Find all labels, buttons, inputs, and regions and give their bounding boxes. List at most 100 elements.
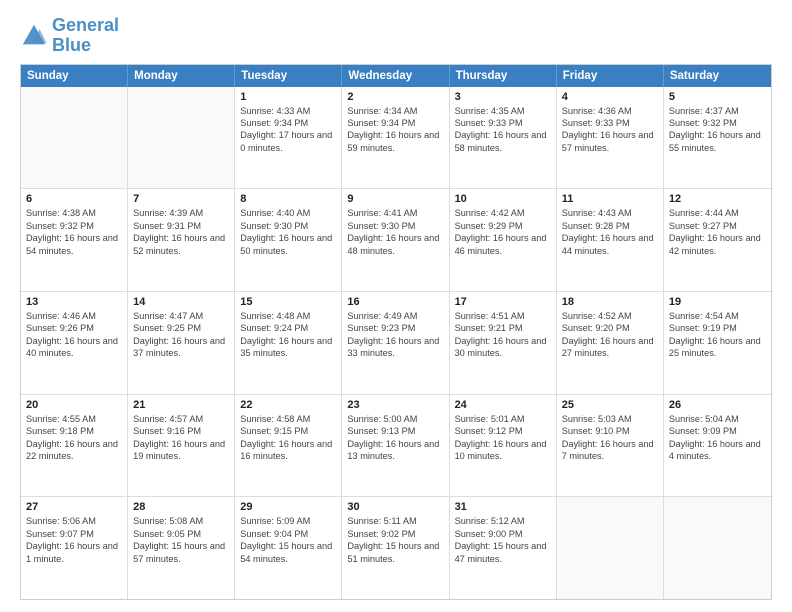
cell-info: Daylight: 16 hours and 52 minutes.	[133, 232, 229, 257]
cell-info: Daylight: 16 hours and 19 minutes.	[133, 438, 229, 463]
day-number: 3	[455, 91, 551, 103]
cell-info: Sunrise: 4:49 AM	[347, 310, 443, 322]
calendar-day-10: 10 Sunrise: 4:42 AMSunset: 9:29 PMDayligh…	[450, 189, 557, 291]
cell-info: Daylight: 15 hours and 54 minutes.	[240, 540, 336, 565]
calendar-day-12: 12Sunrise: 4:44 AMSunset: 9:27 PMDayligh…	[664, 189, 771, 291]
cell-info: Daylight: 15 hours and 47 minutes.	[455, 540, 551, 565]
cell-info: Daylight: 16 hours and 30 minutes.	[455, 335, 551, 360]
cell-info: Sunrise: 4:54 AM	[669, 310, 766, 322]
calendar-day-13: 13Sunrise: 4:46 AMSunset: 9:26 PMDayligh…	[21, 292, 128, 394]
calendar-day-7: 7 Sunrise: 4:39 AMSunset: 9:31 PMDaylight…	[128, 189, 235, 291]
cell-info: Sunset: 9:24 PM	[240, 322, 336, 334]
day-number: 8	[240, 193, 336, 205]
cell-info: Sunrise: 4:57 AM	[133, 413, 229, 425]
header-day-monday: Monday	[128, 65, 235, 87]
cell-info: Sunrise: 5:09 AM	[240, 515, 336, 527]
calendar-day-17: 17Sunrise: 4:51 AMSunset: 9:21 PMDayligh…	[450, 292, 557, 394]
calendar-day-1: 1Sunrise: 4:33 AMSunset: 9:34 PMDaylight…	[235, 87, 342, 189]
cell-info: Sunset: 9:33 PM	[562, 117, 658, 129]
calendar-day-9: 9 Sunrise: 4:41 AMSunset: 9:30 PMDaylight…	[342, 189, 449, 291]
cell-info: Sunrise: 4:33 AM	[240, 105, 336, 117]
cell-info: Sunrise: 4:37 AM	[669, 105, 766, 117]
cell-info: Sunrise: 5:12 AM	[455, 515, 551, 527]
day-number: 11	[562, 193, 658, 205]
cell-info: Sunrise: 4:34 AM	[347, 105, 443, 117]
calendar-day-4: 4Sunrise: 4:36 AMSunset: 9:33 PMDaylight…	[557, 87, 664, 189]
cell-info: Sunset: 9:31 PM	[133, 220, 229, 232]
cell-info: Daylight: 16 hours and 50 minutes.	[240, 232, 336, 257]
cell-info: Daylight: 16 hours and 22 minutes.	[26, 438, 122, 463]
calendar: SundayMondayTuesdayWednesdayThursdayFrid…	[20, 64, 772, 600]
cell-info: Sunrise: 4:38 AM	[26, 207, 122, 219]
cell-info: Sunset: 9:30 PM	[240, 220, 336, 232]
calendar-day-20: 20Sunrise: 4:55 AMSunset: 9:18 PMDayligh…	[21, 395, 128, 497]
header-day-tuesday: Tuesday	[235, 65, 342, 87]
cell-info: Sunset: 9:30 PM	[347, 220, 443, 232]
calendar-day-21: 21Sunrise: 4:57 AMSunset: 9:16 PMDayligh…	[128, 395, 235, 497]
calendar-day-18: 18Sunrise: 4:52 AMSunset: 9:20 PMDayligh…	[557, 292, 664, 394]
calendar-day-3: 3Sunrise: 4:35 AMSunset: 9:33 PMDaylight…	[450, 87, 557, 189]
day-number: 5	[669, 91, 766, 103]
cell-info: Sunset: 9:23 PM	[347, 322, 443, 334]
cell-info: Sunrise: 5:01 AM	[455, 413, 551, 425]
page: General Blue SundayMondayTuesdayWednesda…	[0, 0, 792, 612]
cell-info: Sunset: 9:16 PM	[133, 425, 229, 437]
calendar-day-empty	[664, 497, 771, 599]
cell-info: Sunrise: 4:39 AM	[133, 207, 229, 219]
cell-info: Sunset: 9:02 PM	[347, 528, 443, 540]
cell-info: Daylight: 16 hours and 27 minutes.	[562, 335, 658, 360]
cell-info: Sunset: 9:07 PM	[26, 528, 122, 540]
cell-info: Sunset: 9:32 PM	[669, 117, 766, 129]
calendar-day-empty	[21, 87, 128, 189]
cell-info: Daylight: 16 hours and 48 minutes.	[347, 232, 443, 257]
cell-info: Sunset: 9:29 PM	[455, 220, 551, 232]
cell-info: Daylight: 16 hours and 44 minutes.	[562, 232, 658, 257]
header-day-thursday: Thursday	[450, 65, 557, 87]
calendar-day-5: 5Sunrise: 4:37 AMSunset: 9:32 PMDaylight…	[664, 87, 771, 189]
day-number: 6	[26, 193, 122, 205]
day-number: 12	[669, 193, 766, 205]
cell-info: Daylight: 15 hours and 51 minutes.	[347, 540, 443, 565]
cell-info: Sunset: 9:18 PM	[26, 425, 122, 437]
day-number: 25	[562, 399, 658, 411]
cell-info: Sunrise: 4:42 AM	[455, 207, 551, 219]
cell-info: Daylight: 15 hours and 57 minutes.	[133, 540, 229, 565]
calendar-day-11: 11Sunrise: 4:43 AMSunset: 9:28 PMDayligh…	[557, 189, 664, 291]
calendar-day-24: 24Sunrise: 5:01 AMSunset: 9:12 PMDayligh…	[450, 395, 557, 497]
cell-info: Sunrise: 4:44 AM	[669, 207, 766, 219]
cell-info: Sunset: 9:04 PM	[240, 528, 336, 540]
calendar-week-2: 6 Sunrise: 4:38 AMSunset: 9:32 PM Daylight…	[21, 189, 771, 292]
cell-info: Sunset: 9:00 PM	[455, 528, 551, 540]
cell-info: Sunset: 9:34 PM	[347, 117, 443, 129]
calendar-day-29: 29 Sunrise: 5:09 AMSunset: 9:04 PMDayligh…	[235, 497, 342, 599]
cell-info: Daylight: 16 hours and 59 minutes.	[347, 129, 443, 154]
cell-info: Sunrise: 4:47 AM	[133, 310, 229, 322]
header-day-sunday: Sunday	[21, 65, 128, 87]
day-number: 10	[455, 193, 551, 205]
calendar-body: 1Sunrise: 4:33 AMSunset: 9:34 PMDaylight…	[21, 87, 771, 599]
cell-info: Sunrise: 5:00 AM	[347, 413, 443, 425]
calendar-day-6: 6Sunrise: 4:38 AMSunset: 9:32 PMDaylight…	[21, 189, 128, 291]
day-number: 7	[133, 193, 229, 205]
calendar-week-1: 1 Sunrise: 4:33 AM Sunset: 9:34 PMDaylight…	[21, 87, 771, 190]
day-number: 1	[240, 91, 336, 103]
cell-info: Sunset: 9:32 PM	[26, 220, 122, 232]
calendar-header: SundayMondayTuesdayWednesdayThursdayFrid…	[21, 65, 771, 87]
day-number: 18	[562, 296, 658, 308]
day-number: 29	[240, 501, 336, 513]
day-number: 27	[26, 501, 122, 513]
cell-info: Sunset: 9:21 PM	[455, 322, 551, 334]
calendar-day-30: 30Sunrise: 5:11 AMSunset: 9:02 PMDayligh…	[342, 497, 449, 599]
day-number: 28	[133, 501, 229, 513]
cell-info: Sunrise: 4:55 AM	[26, 413, 122, 425]
cell-info: Sunset: 9:28 PM	[562, 220, 658, 232]
day-number: 9	[347, 193, 443, 205]
day-number: 16	[347, 296, 443, 308]
calendar-day-25: 25Sunrise: 5:03 AMSunset: 9:10 PMDayligh…	[557, 395, 664, 497]
cell-info: Sunrise: 4:58 AM	[240, 413, 336, 425]
cell-info: Sunrise: 4:41 AM	[347, 207, 443, 219]
day-number: 22	[240, 399, 336, 411]
cell-info: Daylight: 16 hours and 42 minutes.	[669, 232, 766, 257]
cell-info: Daylight: 16 hours and 46 minutes.	[455, 232, 551, 257]
header-day-friday: Friday	[557, 65, 664, 87]
